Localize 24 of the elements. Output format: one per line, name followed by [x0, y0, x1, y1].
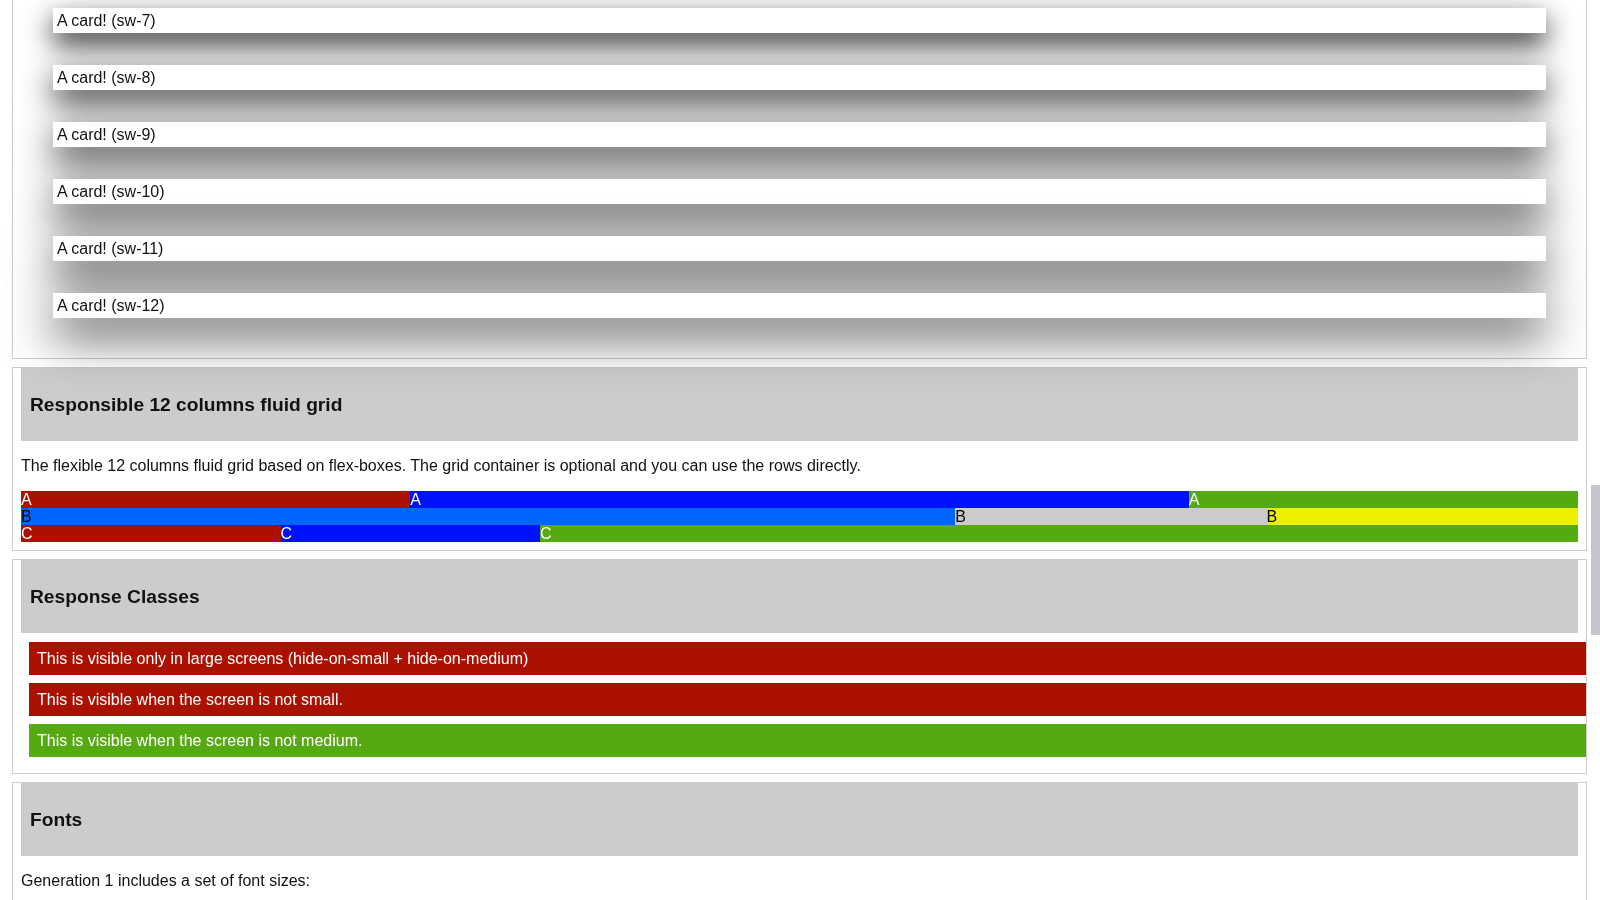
grid-cell: C	[21, 525, 281, 542]
card: A card! (sw-7)	[53, 8, 1546, 33]
section-title: Responsible 12 columns fluid grid	[30, 393, 343, 416]
grid-cell: C	[540, 525, 1578, 542]
card: A card! (sw-10)	[53, 179, 1546, 204]
grid-cell: C	[280, 525, 540, 542]
grid-cell: B	[21, 508, 956, 525]
paragraph: Generation 1 includes a set of font sizes:	[21, 872, 312, 890]
grid-cell: B	[1266, 508, 1578, 525]
notice-bar: This is visible only in large screens (hide-on-small + hide-on-medium)	[29, 642, 1586, 675]
notice-bar: This is visible when the screen is not medium.	[29, 724, 1586, 757]
scrollbar-thumb[interactable]	[1591, 485, 1600, 635]
grid-cell: B	[955, 508, 1267, 525]
grid-cell: A	[1188, 491, 1578, 508]
grid-cell: A	[410, 491, 1189, 508]
card: A card! (sw-12)	[53, 293, 1546, 318]
grid-cell: A	[21, 491, 411, 508]
card: A card! (sw-11)	[53, 236, 1546, 261]
notice-bar: This is visible when the screen is not small.	[29, 683, 1586, 716]
paragraph: The flexible 12 columns fluid grid based on flex-boxes. The grid container is optional and you can use the rows directly.	[21, 457, 862, 475]
card: A card! (sw-9)	[53, 122, 1546, 147]
section-title: Fonts	[30, 808, 83, 831]
card: A card! (sw-8)	[53, 65, 1546, 90]
section-title: Response Classes	[30, 585, 200, 608]
